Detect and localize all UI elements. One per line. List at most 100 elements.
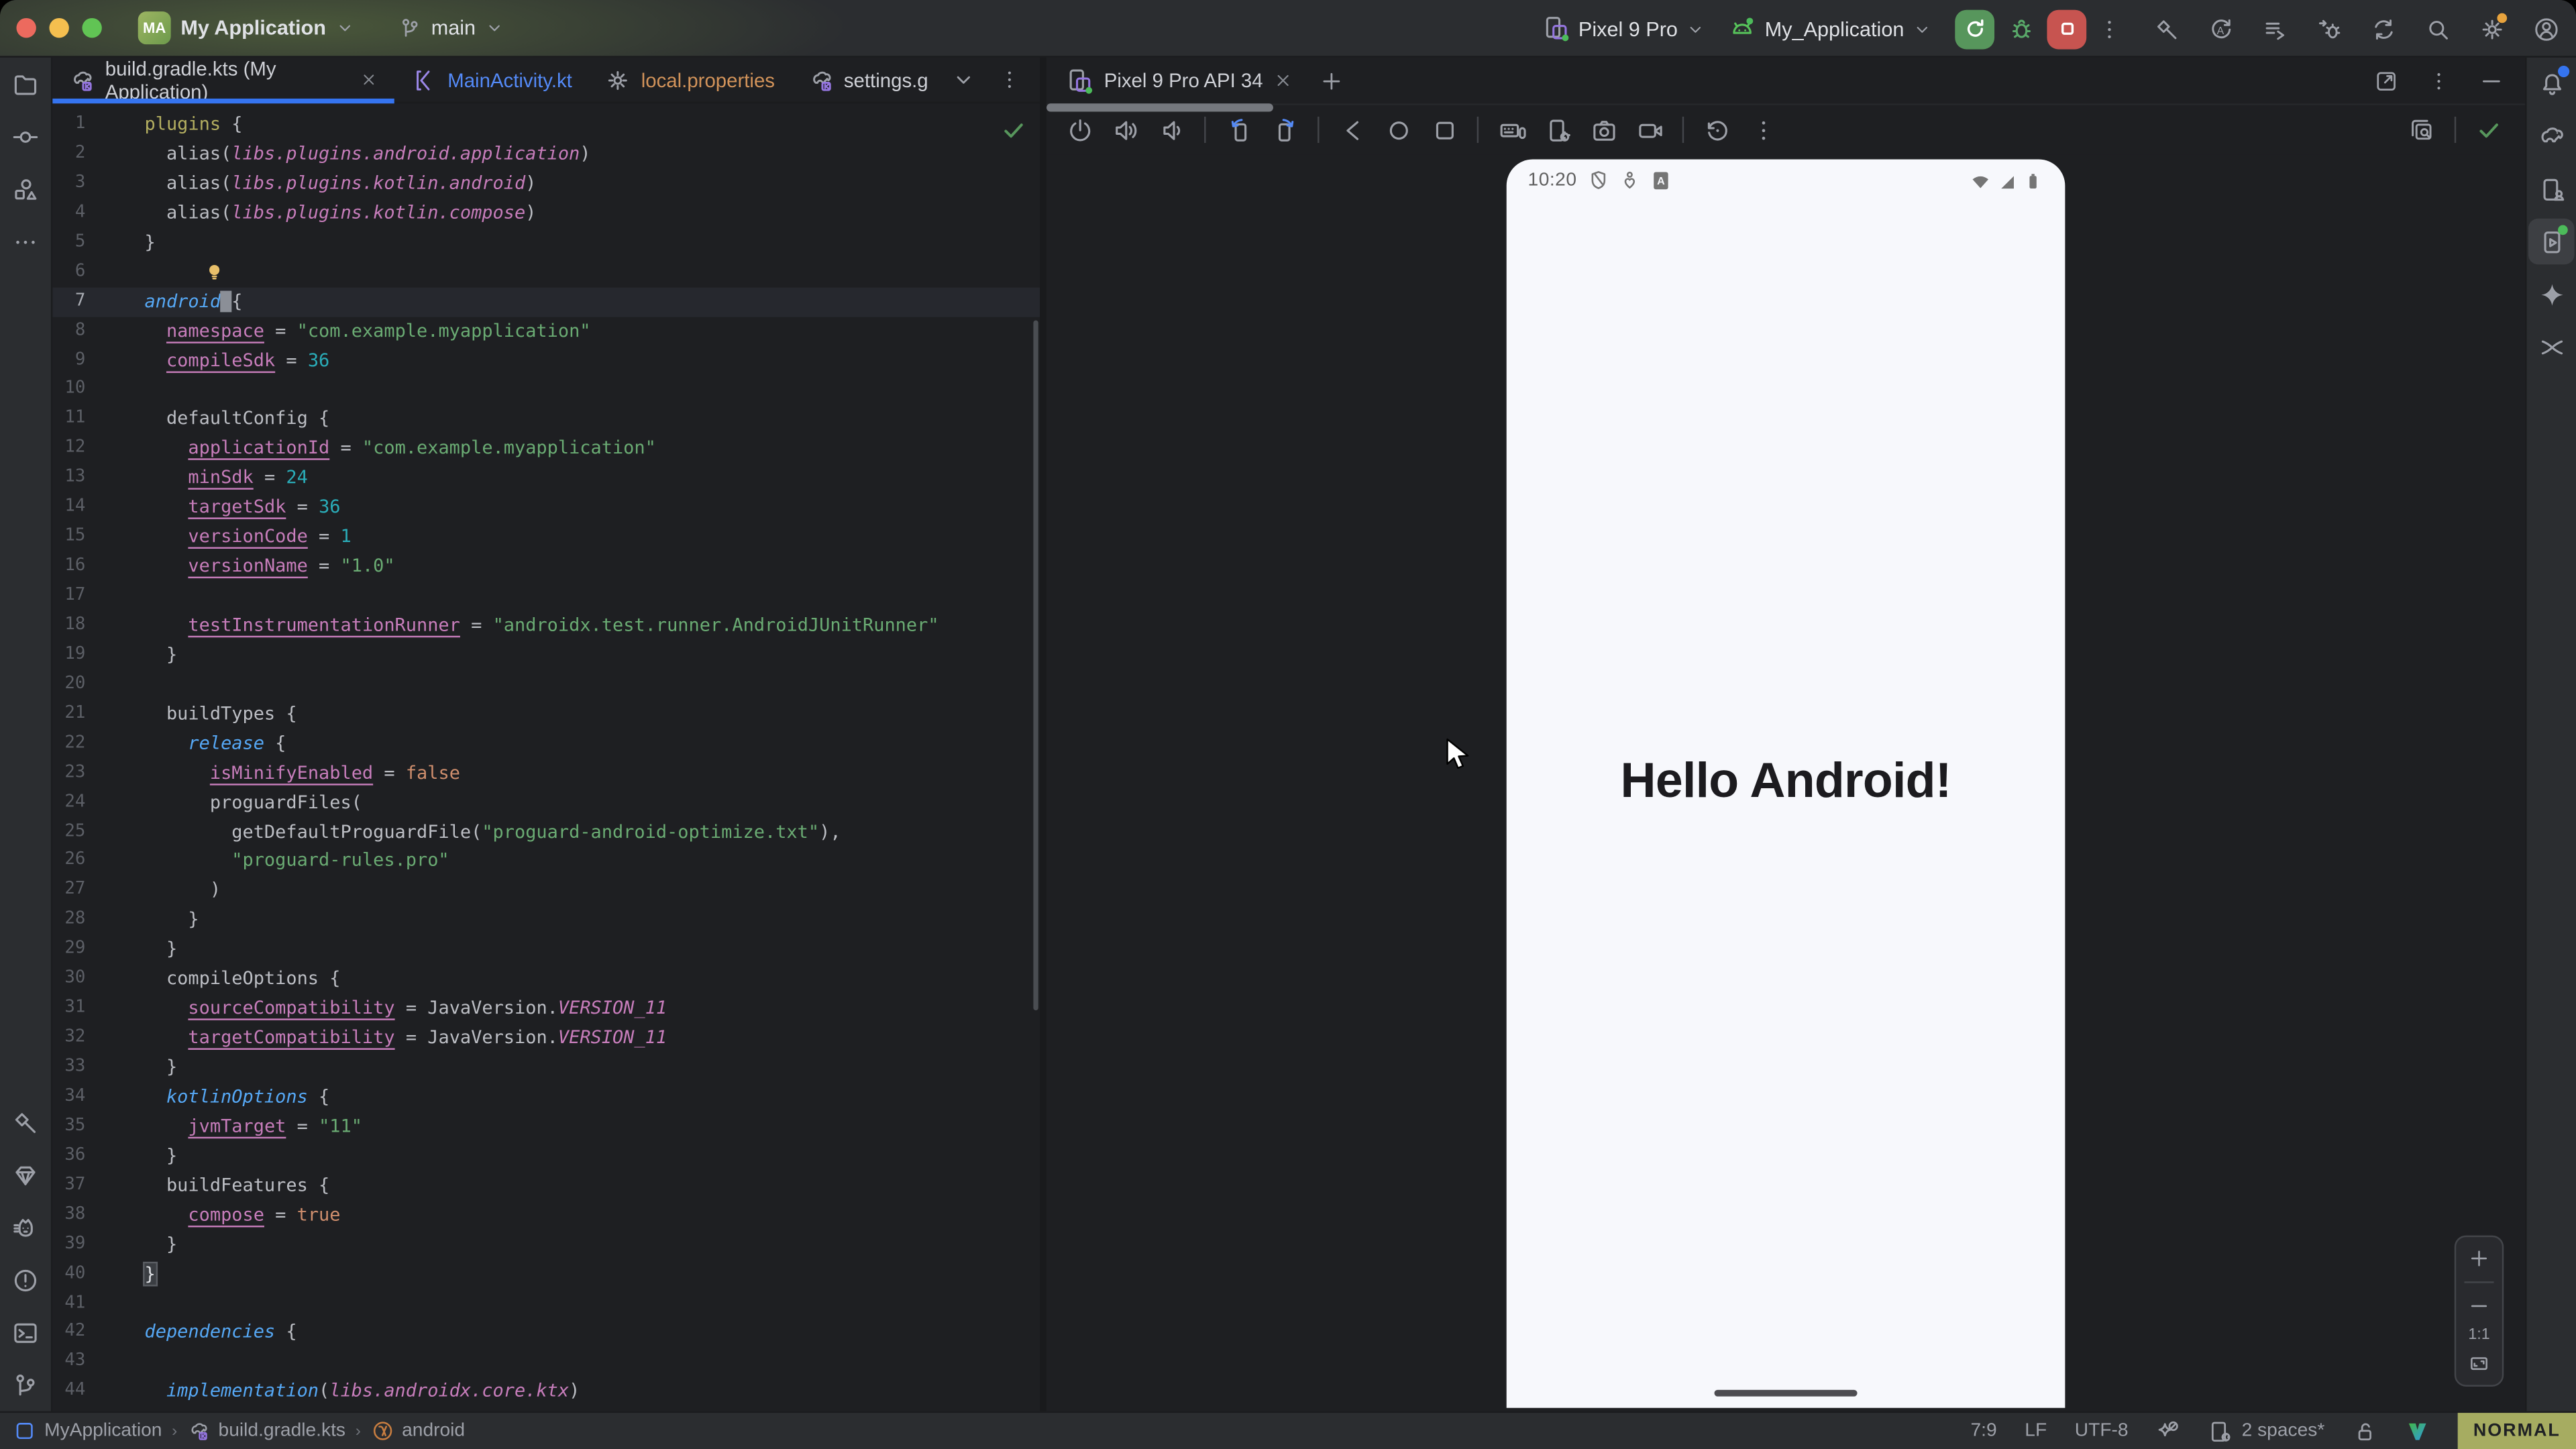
code-line-37[interactable]: 37 buildFeatures { (52, 1171, 1040, 1201)
gemini-disabled-icon[interactable] (2156, 1419, 2181, 1444)
search-button[interactable] (2416, 8, 2457, 49)
code-line-40[interactable]: 40} (52, 1259, 1040, 1289)
code-line-25[interactable]: 25 getDefaultProguardFile("proguard-andr… (52, 817, 1040, 847)
hardware-input-icon[interactable] (1492, 110, 1532, 150)
toolwindow-build-hammer-icon[interactable] (3, 1099, 49, 1145)
vim-mode-badge[interactable]: NORMAL (2458, 1413, 2576, 1449)
editor-tab-0[interactable]: build.gradle.kts (My Application) (52, 58, 394, 102)
hide-icon[interactable] (2473, 62, 2509, 99)
code-line-23[interactable]: 23 isMinifyEnabled = false (52, 759, 1040, 788)
ui-check-icon[interactable] (2402, 110, 2441, 150)
code-line-14[interactable]: 14 targetSdk = 36 (52, 493, 1040, 523)
code-line-33[interactable]: 33 } (52, 1053, 1040, 1083)
profile-button[interactable] (2525, 8, 2566, 49)
code-line-34[interactable]: 34 kotlinOptions { (52, 1083, 1040, 1112)
code-line-36[interactable]: 36 } (52, 1142, 1040, 1171)
code-line-39[interactable]: 39 } (52, 1230, 1040, 1259)
code-line-19[interactable]: 19 } (52, 641, 1040, 670)
code-line-26[interactable]: 26 "proguard-rules.pro" (52, 847, 1040, 876)
code-line-30[interactable]: 30 compileOptions { (52, 965, 1040, 994)
code-line-41[interactable]: 41 (52, 1289, 1040, 1318)
code-line-4[interactable]: 4 alias(libs.plugins.kotlin.compose) (52, 199, 1040, 228)
power-icon[interactable] (1060, 110, 1099, 150)
breadcrumb-item[interactable]: android (371, 1419, 466, 1442)
code-line-6[interactable]: 6 (52, 258, 1040, 287)
editor-scrollbar[interactable] (1033, 321, 1038, 1011)
close-window-button[interactable] (16, 18, 36, 38)
editor-tab-1[interactable]: MainActivity.kt (395, 58, 588, 102)
code-line-13[interactable]: 13 minSdk = 24 (52, 464, 1040, 493)
close-icon[interactable] (1273, 70, 1292, 90)
toolwindow-gemini-icon[interactable] (2528, 271, 2575, 317)
code-line-18[interactable]: 18 testInstrumentationRunner = "androidx… (52, 611, 1040, 641)
zoom-window-button[interactable] (82, 18, 101, 38)
toolwindow-app-quality-insights-icon[interactable] (2528, 323, 2575, 370)
code-line-43[interactable]: 43 (52, 1348, 1040, 1377)
code-line-29[interactable]: 29 } (52, 935, 1040, 965)
code-line-24[interactable]: 24 proguardFiles( (52, 788, 1040, 817)
screen-record-icon[interactable] (1629, 110, 1669, 150)
code-line-3[interactable]: 3 alias(libs.plugins.kotlin.android) (52, 169, 1040, 199)
rerun-button[interactable] (1955, 9, 1994, 48)
apply-changes-button[interactable]: A (2200, 8, 2241, 49)
zoom-out-button[interactable] (2461, 1289, 2498, 1322)
toolwindow-more-icon[interactable] (3, 219, 49, 265)
code-line-22[interactable]: 22 release { (52, 729, 1040, 759)
code-line-12[interactable]: 12 applicationId = "com.example.myapplic… (52, 434, 1040, 464)
code-line-31[interactable]: 31 sourceCompatibility = JavaVersion.VER… (52, 994, 1040, 1024)
rotate-right-icon[interactable] (1265, 110, 1305, 150)
device-settings-icon[interactable] (1538, 110, 1577, 150)
code-editor[interactable]: 1plugins {2 alias(libs.plugins.android.a… (52, 103, 1040, 1411)
close-tab-icon[interactable] (360, 70, 378, 89)
line-separator-widget[interactable]: LF (2025, 1421, 2047, 1440)
breadcrumb-item[interactable]: build.gradle.kts (187, 1419, 345, 1442)
toolwindow-gradle-icon[interactable] (2528, 113, 2575, 160)
back-icon[interactable] (1332, 110, 1372, 150)
toolwindow-commit-icon[interactable] (3, 113, 49, 160)
toolwindow-problems-icon[interactable] (3, 1256, 49, 1303)
editor-tab-3[interactable]: settings.g (791, 58, 945, 102)
volume-up-icon[interactable] (1106, 110, 1145, 150)
code-line-20[interactable]: 20 (52, 670, 1040, 700)
vcs-branch-widget[interactable]: main (398, 15, 504, 40)
zoom-ratio-button[interactable]: 1:1 (2468, 1326, 2489, 1344)
code-line-28[interactable]: 28 } (52, 906, 1040, 935)
toolwindow-logcat-icon[interactable] (3, 1204, 49, 1250)
settings-button[interactable] (2471, 8, 2512, 49)
code-line-15[interactable]: 15 versionCode = 1 (52, 523, 1040, 552)
toolwindow-device-manager-icon[interactable] (2528, 166, 2575, 212)
horizontal-scrollbar-thumb[interactable] (1046, 103, 1273, 111)
caret-position-widget[interactable]: 7:9 (1970, 1421, 1996, 1440)
code-line-5[interactable]: 5} (52, 228, 1040, 258)
stop-button[interactable] (2047, 9, 2086, 48)
more-tabs-icon[interactable] (991, 62, 1027, 98)
build-button[interactable] (2145, 8, 2186, 49)
rotate-left-icon[interactable] (1219, 110, 1258, 150)
encoding-widget[interactable]: UTF-8 (2075, 1421, 2129, 1440)
device-check-status-icon[interactable] (2469, 110, 2509, 150)
minimize-window-button[interactable] (49, 18, 68, 38)
open-new-window-icon[interactable] (2367, 62, 2404, 99)
volume-down-icon[interactable] (1152, 110, 1191, 150)
code-line-16[interactable]: 16 versionName = "1.0" (52, 552, 1040, 582)
more-emulator-actions-icon[interactable] (1743, 110, 1782, 150)
code-line-1[interactable]: 1plugins { (52, 110, 1040, 140)
code-line-42[interactable]: 42dependencies { (52, 1318, 1040, 1348)
toolwindow-version-control-icon[interactable] (3, 1362, 49, 1408)
code-line-2[interactable]: 2 alias(libs.plugins.android.application… (52, 140, 1040, 169)
ideavim-icon[interactable] (2405, 1419, 2430, 1444)
screenshot-icon[interactable] (1584, 110, 1623, 150)
debug-button[interactable] (2001, 9, 2041, 48)
code-line-7[interactable]: 7android { (52, 287, 1040, 317)
code-line-32[interactable]: 32 targetCompatibility = JavaVersion.VER… (52, 1024, 1040, 1053)
code-line-17[interactable]: 17 (52, 582, 1040, 611)
device-tab[interactable]: Pixel 9 Pro API 34 (1046, 66, 1305, 95)
more-options-icon[interactable] (2420, 62, 2456, 99)
home-icon[interactable] (1379, 110, 1418, 150)
project-widget[interactable]: MA My Application (138, 11, 356, 44)
code-line-11[interactable]: 11 defaultConfig { (52, 405, 1040, 434)
code-line-21[interactable]: 21 buildTypes { (52, 700, 1040, 729)
intention-bulb-icon[interactable] (204, 259, 225, 284)
toolwindow-project-folder-icon[interactable] (3, 61, 49, 107)
code-line-9[interactable]: 9 compileSdk = 36 (52, 346, 1040, 376)
